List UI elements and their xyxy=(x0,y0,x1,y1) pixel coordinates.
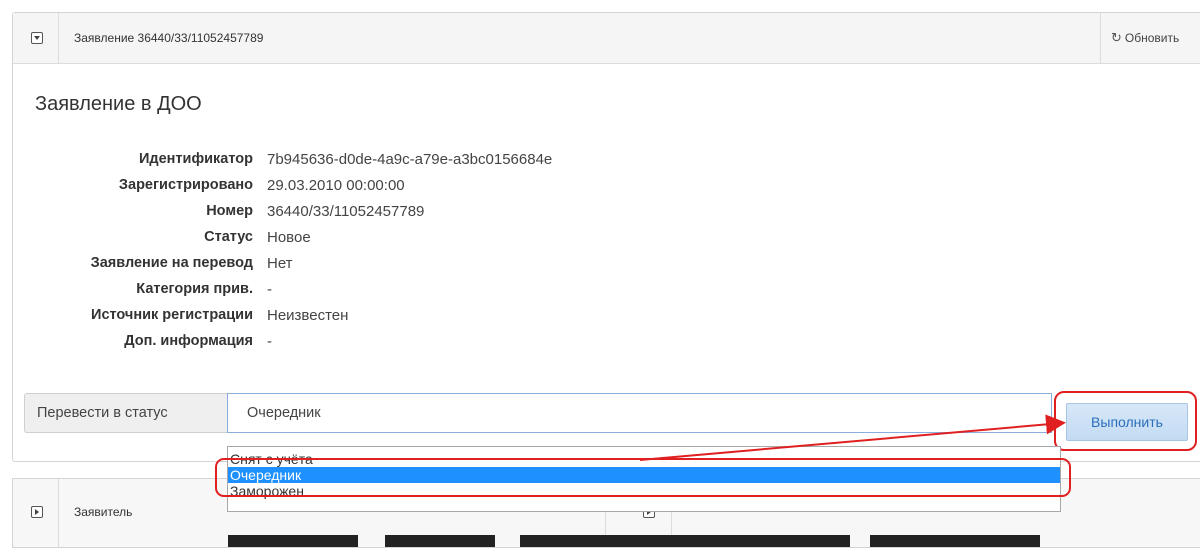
expand-toggle-icon[interactable] xyxy=(31,506,43,518)
detail-label: Статус xyxy=(204,229,253,245)
refresh-button[interactable]: ↻ Обновить xyxy=(1100,13,1200,63)
detail-value: 36440/33/11052457789 xyxy=(267,202,425,220)
status-dropdown-list: Снят с учёта Очередник Заморожен xyxy=(227,446,1061,512)
detail-label: Доп. информация xyxy=(124,333,253,349)
detail-row-category: Категория прив. - xyxy=(13,276,713,302)
caption-fragment xyxy=(870,535,1040,547)
detail-row-transfer: Заявление на перевод Нет xyxy=(13,250,713,276)
detail-row-status: Статус Новое xyxy=(13,224,713,250)
collapse-toggle-icon[interactable] xyxy=(31,32,43,44)
detail-row-identifier: Идентификатор 7b945636-d0de-4a9c-a79e-a3… xyxy=(13,146,713,172)
detail-value: 7b945636-d0de-4a9c-a79e-a3bc0156684e xyxy=(267,150,553,168)
detail-value: - xyxy=(267,332,272,350)
detail-value: Нет xyxy=(267,254,293,272)
detail-label: Источник регистрации xyxy=(91,307,253,323)
detail-row-registered: Зарегистрировано 29.03.2010 00:00:00 xyxy=(13,172,713,198)
header-divider xyxy=(58,479,59,547)
change-status-label: Перевести в статус xyxy=(24,393,227,433)
dropdown-option[interactable]: Заморожен xyxy=(228,483,1060,499)
caption-fragment xyxy=(520,535,850,547)
detail-row-number: Номер 36440/33/11052457789 xyxy=(13,198,713,224)
refresh-icon: ↻ xyxy=(1111,30,1122,45)
panel-title: Заявление 36440/33/11052457789 xyxy=(74,31,264,45)
detail-value: - xyxy=(267,280,272,298)
header-divider xyxy=(58,13,59,63)
detail-label: Идентификатор xyxy=(138,151,253,167)
caption-fragment xyxy=(228,535,358,547)
dropdown-option[interactable]: Снят с учёта xyxy=(228,451,1060,467)
detail-row-source: Источник регистрации Неизвестен xyxy=(13,302,713,328)
refresh-label: Обновить xyxy=(1124,31,1180,45)
detail-label: Зарегистрировано xyxy=(118,177,253,193)
detail-value: Неизвестен xyxy=(267,306,349,324)
detail-value: Новое xyxy=(267,228,311,246)
section-title: Заявление в ДОО xyxy=(35,93,202,115)
details-list: Идентификатор 7b945636-d0de-4a9c-a79e-a3… xyxy=(13,146,713,354)
panel-header: Заявление 36440/33/11052457789 ↻ Обновит… xyxy=(13,13,1200,64)
detail-label: Номер xyxy=(206,203,253,219)
dropdown-option-selected[interactable]: Очередник xyxy=(228,467,1060,483)
detail-label: Заявление на перевод xyxy=(90,255,253,271)
detail-label: Категория прив. xyxy=(136,281,253,297)
applicant-panel-title: Заявитель xyxy=(74,505,133,519)
detail-value: 29.03.2010 00:00:00 xyxy=(267,176,405,194)
detail-row-extra-info: Доп. информация - xyxy=(13,328,713,354)
caption-fragment xyxy=(385,535,495,547)
status-select[interactable]: Очередник xyxy=(227,393,1052,433)
execute-button[interactable]: Выполнить xyxy=(1066,403,1188,441)
